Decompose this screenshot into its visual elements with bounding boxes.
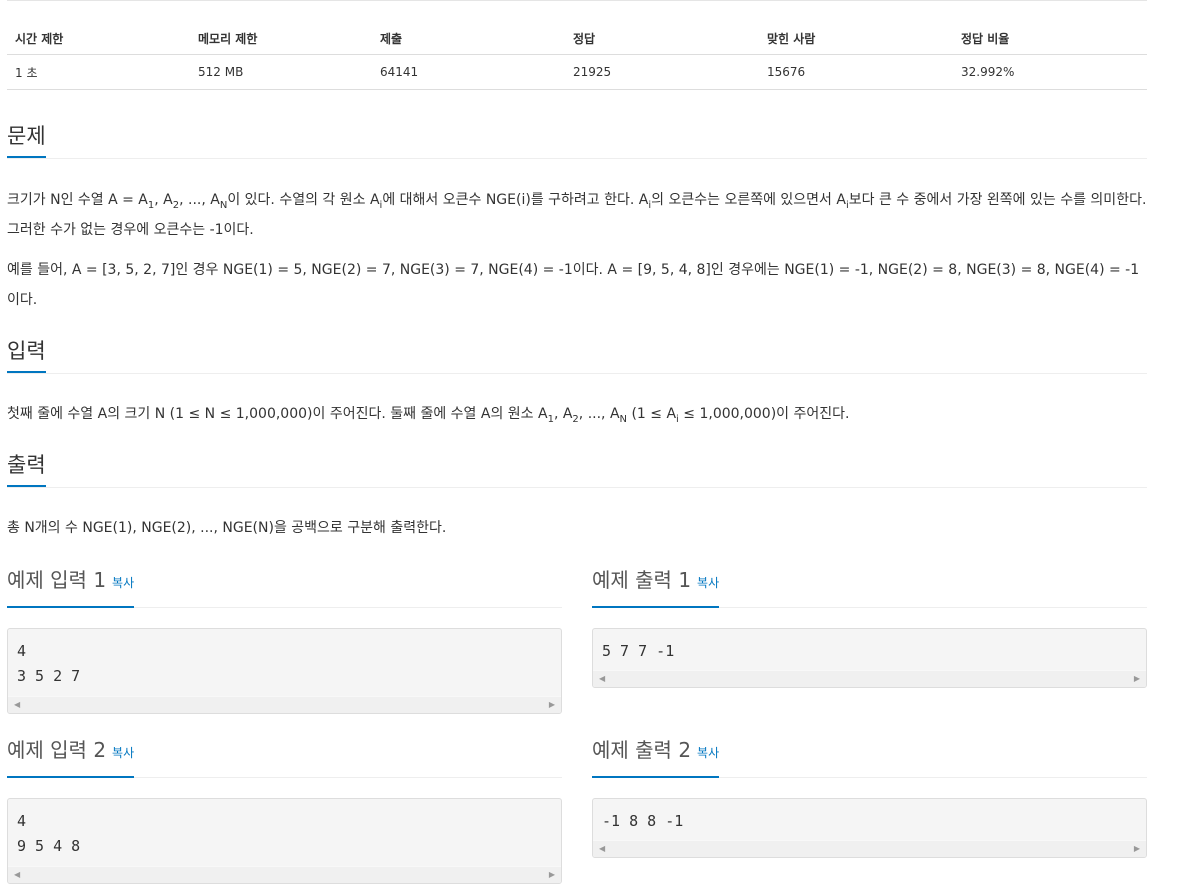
sample-output-1-code: 5 7 7 -1 xyxy=(602,642,675,660)
memory-limit-value: 512 MB xyxy=(190,54,372,90)
sample-input-2-code: 4 9 5 4 8 xyxy=(17,812,81,855)
input-title: 입력 xyxy=(7,337,46,373)
sample-output-2-header: 예제 출력 2 복사 xyxy=(592,737,1147,778)
copy-sample-input-2-button[interactable]: 복사 xyxy=(112,746,134,760)
sample-output-2-title: 예제 출력 2 xyxy=(592,738,692,762)
problem-example-text: 예를 들어, A = [3, 5, 2, 7]인 경우 NGE(1) = 5, … xyxy=(7,262,1140,308)
scroll-right-icon[interactable]: ▶ xyxy=(1134,844,1140,853)
copy-sample-output-2-button[interactable]: 복사 xyxy=(697,746,719,760)
sample-output-1-title: 예제 출력 1 xyxy=(592,568,692,592)
scroll-right-icon[interactable]: ▶ xyxy=(549,870,555,879)
sample-input-2-box[interactable]: 4 9 5 4 8 ◀ ▶ xyxy=(7,798,562,884)
output-description: 총 N개의 수 NGE(1), NGE(2), ..., NGE(N)을 공백으… xyxy=(7,520,447,536)
scroll-right-icon[interactable]: ▶ xyxy=(549,700,555,709)
horizontal-scrollbar[interactable]: ◀ ▶ xyxy=(593,670,1146,687)
table-header-row: 시간 제한 메모리 제한 제출 정답 맞힌 사람 정답 비율 xyxy=(7,22,1147,55)
problem-title: 문제 xyxy=(7,122,46,158)
col-time-limit: 시간 제한 xyxy=(7,22,190,55)
problem-description: 크기가 N인 수열 A = A1, A2, ..., AN이 있다. 수열의 각… xyxy=(7,192,1147,238)
solvers-value: 15676 xyxy=(759,54,953,90)
problem-info-table: 시간 제한 메모리 제한 제출 정답 맞힌 사람 정답 비율 1 초 512 M… xyxy=(7,22,1147,90)
scroll-left-icon[interactable]: ◀ xyxy=(599,674,605,683)
sample-output-1-header: 예제 출력 1 복사 xyxy=(592,567,1147,608)
col-solvers: 맞힌 사람 xyxy=(759,22,953,55)
scroll-left-icon[interactable]: ◀ xyxy=(14,870,20,879)
input-description: 첫째 줄에 수열 A의 크기 N (1 ≤ N ≤ 1,000,000)이 주어… xyxy=(7,406,850,425)
col-accepted: 정답 xyxy=(565,22,759,55)
output-title: 출력 xyxy=(7,451,46,487)
col-ratio: 정답 비율 xyxy=(953,22,1147,55)
scroll-left-icon[interactable]: ◀ xyxy=(14,700,20,709)
sample-input-2-header: 예제 입력 2 복사 xyxy=(7,737,562,778)
sample-input-1-header: 예제 입력 1 복사 xyxy=(7,567,562,608)
sample-input-1-code: 4 3 5 2 7 xyxy=(17,642,81,685)
horizontal-scrollbar[interactable]: ◀ ▶ xyxy=(593,840,1146,857)
scroll-right-icon[interactable]: ▶ xyxy=(1134,674,1140,683)
scroll-left-icon[interactable]: ◀ xyxy=(599,844,605,853)
top-divider xyxy=(7,0,1147,1)
sample-input-1-box[interactable]: 4 3 5 2 7 ◀ ▶ xyxy=(7,628,562,714)
sample-output-1-box[interactable]: 5 7 7 -1 ◀ ▶ xyxy=(592,628,1147,688)
problem-section-header: 문제 xyxy=(7,122,1147,159)
horizontal-scrollbar[interactable]: ◀ ▶ xyxy=(8,696,561,713)
col-submissions: 제출 xyxy=(372,22,565,55)
accepted-value: 21925 xyxy=(565,54,759,90)
output-section-header: 출력 xyxy=(7,451,1147,488)
input-section-header: 입력 xyxy=(7,337,1147,374)
horizontal-scrollbar[interactable]: ◀ ▶ xyxy=(8,866,561,883)
col-memory-limit: 메모리 제한 xyxy=(190,22,372,55)
ratio-value: 32.992% xyxy=(953,54,1147,90)
sample-output-2-code: -1 8 8 -1 xyxy=(602,812,684,830)
submissions-value: 64141 xyxy=(372,54,565,90)
sample-input-2-title: 예제 입력 2 xyxy=(7,738,107,762)
copy-sample-input-1-button[interactable]: 복사 xyxy=(112,576,134,590)
table-row: 1 초 512 MB 64141 21925 15676 32.992% xyxy=(7,54,1147,90)
sample-output-2-box[interactable]: -1 8 8 -1 ◀ ▶ xyxy=(592,798,1147,858)
copy-sample-output-1-button[interactable]: 복사 xyxy=(697,576,719,590)
time-limit-value: 1 초 xyxy=(7,54,190,90)
sample-input-1-title: 예제 입력 1 xyxy=(7,568,107,592)
